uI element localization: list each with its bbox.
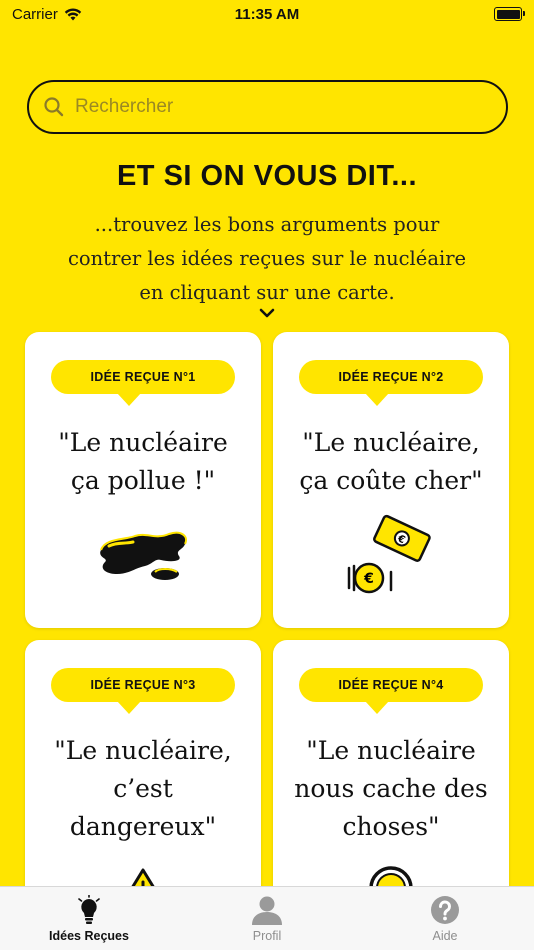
card-quote: "Le nucléaire ça pollue !": [58, 428, 228, 495]
oil-spill-icon: [100, 531, 187, 580]
idea-card-1[interactable]: IDÉE REÇUE N°1 "Le nucléaire ça pollue !…: [25, 332, 261, 628]
card-badge: IDÉE REÇUE N°3: [51, 668, 235, 714]
page-subtitle: ...trouvez les bons arguments pour contr…: [67, 213, 467, 304]
lightbulb-icon: [78, 895, 100, 924]
tab-label: Profil: [252, 929, 282, 943]
search-bar[interactable]: [27, 80, 508, 134]
card-quote: "Le nucléaire nous cache des choses": [294, 736, 488, 841]
card-badge: IDÉE REÇUE N°4: [299, 668, 483, 714]
search-input[interactable]: [75, 96, 475, 118]
help-icon: [431, 896, 459, 924]
idea-card-3[interactable]: IDÉE REÇUE N°3 "Le nucléaire, c’est dang…: [25, 640, 261, 906]
tab-bar: Idées Reçues Profil Aide: [0, 886, 534, 950]
idea-card-4[interactable]: IDÉE REÇUE N°4 "Le nucléaire nous cache …: [273, 640, 509, 906]
tab-label: Idées Reçues: [49, 929, 129, 943]
status-bar: Carrier 11:35 AM: [0, 0, 534, 28]
search-icon: [44, 97, 64, 117]
wifi-icon: [64, 8, 82, 20]
card-badge: IDÉE REÇUE N°1: [51, 360, 235, 406]
tab-idees-recues[interactable]: Idées Reçues: [9, 887, 169, 943]
chevron-down-icon: [259, 308, 275, 318]
carrier-label: Carrier: [12, 5, 58, 23]
money-icon: € €: [347, 514, 431, 594]
page-title: ET SI ON VOUS DIT...: [116, 160, 418, 192]
card-quote: "Le nucléaire, ça coûte cher": [299, 428, 483, 495]
battery-icon: [494, 7, 525, 21]
svg-text:€: €: [363, 571, 374, 587]
card-badge: IDÉE REÇUE N°2: [299, 360, 483, 406]
tab-aide[interactable]: Aide: [365, 887, 525, 943]
tab-profil[interactable]: Profil: [187, 887, 347, 943]
card-quote: "Le nucléaire, c’est dangereux": [54, 736, 232, 841]
idea-card-2[interactable]: IDÉE REÇUE N°2 "Le nucléaire, ça coûte c…: [273, 332, 509, 628]
tab-label: Aide: [432, 929, 458, 943]
status-left: Carrier: [12, 6, 82, 23]
person-icon: [252, 896, 282, 925]
